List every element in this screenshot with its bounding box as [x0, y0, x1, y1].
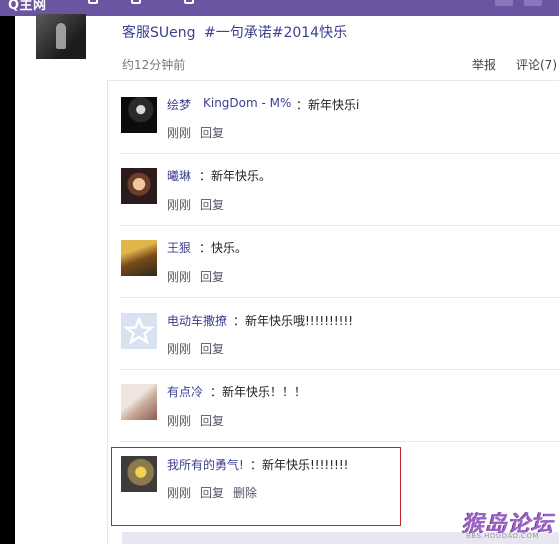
comment-avatar[interactable] — [121, 240, 157, 276]
forum-watermark-logo: 猴岛论坛 BBS.HOUDAO.COM — [462, 506, 559, 544]
comment-count-link[interactable]: 评论(7) — [516, 56, 557, 73]
post-author-avatar[interactable] — [36, 14, 86, 59]
comment-user-name[interactable]: 电动车撒撩 — [167, 312, 227, 329]
comment-divider — [121, 369, 559, 370]
watermark-subtitle: BBS.HOUDAO.COM — [466, 532, 539, 540]
comment-user-name[interactable]: 曦琳 — [167, 167, 191, 184]
left-edge-bar — [0, 16, 15, 544]
default-avatar-icon[interactable] — [121, 313, 157, 349]
comment-time: 刚刚 — [167, 126, 192, 140]
star-icon — [123, 315, 155, 345]
comment-user-name[interactable]: 绘梦 — [167, 96, 191, 113]
comment-time: 刚刚 — [167, 342, 192, 356]
reply-link[interactable]: 回复 — [200, 414, 224, 428]
comment-text: ：新年快乐！！！ — [210, 385, 307, 399]
comment-user-name[interactable]: 王狠 — [167, 239, 191, 256]
comment-time: 刚刚 — [167, 414, 192, 428]
comment-user-name[interactable]: 有点冷 — [167, 383, 203, 400]
comment-avatar[interactable] — [121, 168, 157, 204]
comment-divider — [121, 225, 559, 226]
comment-text: ：新年快乐。 — [199, 169, 272, 183]
reply-to-user[interactable]: KingDom - M% — [203, 96, 291, 110]
comment-text: ：新年快乐哦!!!!!!!!!! — [233, 314, 354, 328]
comment-actions: 刚刚 回复 — [167, 268, 233, 285]
topbar-right-button-2[interactable] — [524, 0, 542, 6]
post-timestamp: 约12分钟前 — [122, 58, 186, 72]
nav-title[interactable]: Q主网 — [8, 0, 47, 13]
comment-actions: 刚刚 回复 — [167, 340, 233, 357]
reply-link[interactable]: 回复 — [200, 126, 224, 140]
comment-actions: 刚刚 回复 — [167, 124, 233, 141]
comment-divider — [121, 153, 559, 154]
comment-divider — [121, 297, 559, 298]
comment-avatar[interactable] — [121, 384, 157, 420]
post-text: #一句承诺#2014快乐 — [204, 25, 348, 41]
comment-actions: 刚刚 回复 — [167, 412, 233, 429]
report-link[interactable]: 举报 — [472, 56, 496, 73]
reply-link[interactable]: 回复 — [200, 198, 224, 212]
reply-link[interactable]: 回复 — [200, 270, 224, 284]
reply-link[interactable]: 回复 — [200, 342, 224, 356]
comment-user-name-text[interactable]: 绘梦 — [167, 98, 191, 112]
comment-text: ：快乐。 — [199, 241, 248, 255]
home-icon[interactable] — [88, 0, 98, 4]
topbar-right-button[interactable] — [495, 0, 513, 6]
comment-text: ：新年快乐i — [296, 98, 360, 112]
comment-time: 刚刚 — [167, 270, 192, 284]
comment-divider — [121, 441, 559, 442]
comment-avatar[interactable] — [121, 97, 157, 133]
post-author-name[interactable]: 客服SUeng — [122, 22, 196, 42]
comment-actions: 刚刚 回复 — [167, 196, 233, 213]
highlight-annotation-box — [111, 447, 401, 526]
menu-icon[interactable] — [131, 0, 141, 4]
comment-time: 刚刚 — [167, 198, 192, 212]
settings-icon[interactable] — [184, 0, 194, 4]
